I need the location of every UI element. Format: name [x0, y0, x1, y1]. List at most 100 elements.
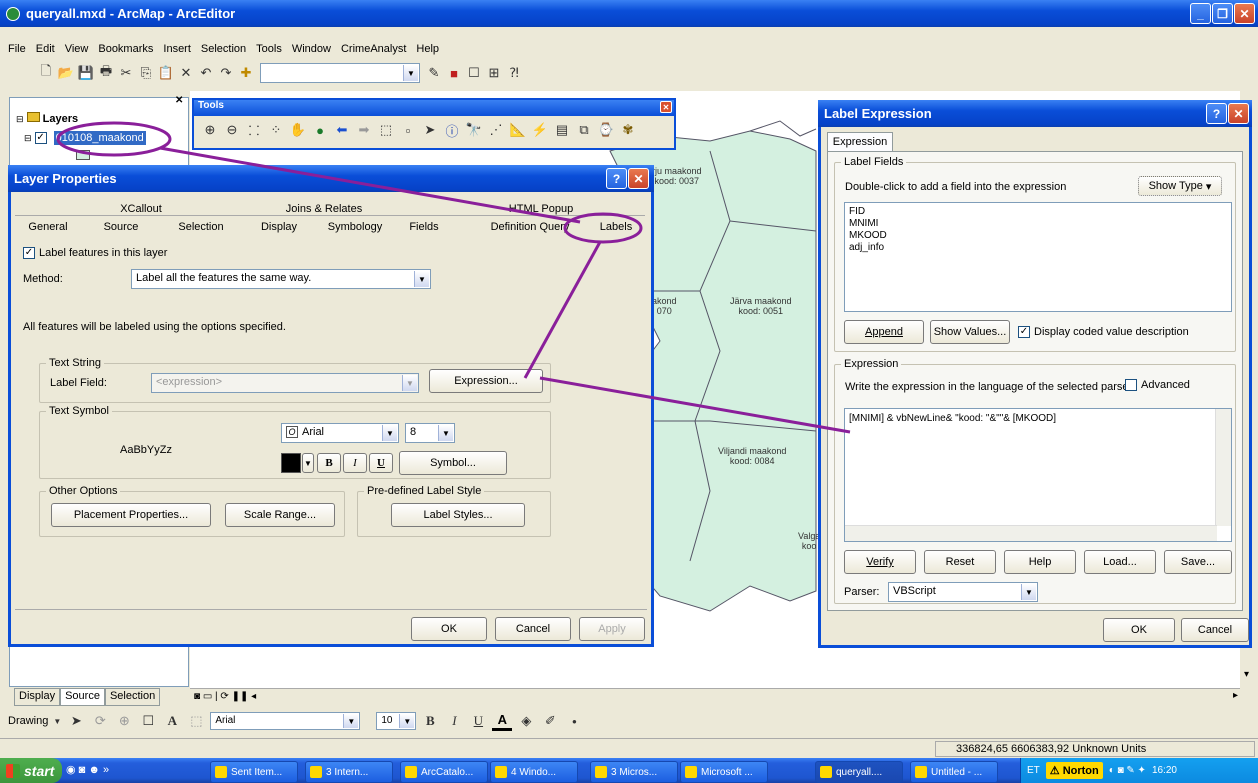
print-icon[interactable]: 🖶 — [96, 63, 116, 83]
expression-textarea[interactable]: [MNIMI] & vbNewLine& "kood: "&""& [MKOOD… — [844, 408, 1232, 542]
fixed-zoom-out-icon[interactable]: ⁘ — [266, 120, 286, 140]
symbol-button[interactable]: Symbol... — [399, 451, 507, 475]
start-button[interactable]: start — [0, 758, 62, 783]
minimize-button[interactable]: _ — [1190, 3, 1211, 24]
redo-icon[interactable]: ↷ — [216, 63, 236, 83]
taskbar-item[interactable]: 4 Windo... — [490, 761, 578, 783]
data-view-icon[interactable]: ◙ ▭ | ⟳ ❚❚ ◂ — [194, 691, 256, 702]
label-expression-ok-button[interactable]: OK — [1103, 618, 1175, 642]
time-slider-icon[interactable]: ⌚ — [596, 120, 616, 140]
delete-icon[interactable]: ✕ — [176, 63, 196, 83]
menu-insert[interactable]: Insert — [163, 43, 191, 55]
toc-close-icon[interactable]: ✕ — [175, 95, 183, 106]
tab-fields[interactable]: Fields — [397, 221, 451, 233]
arctoolbox-icon[interactable]: ■ — [444, 63, 464, 83]
advanced-checkbox[interactable] — [1125, 379, 1137, 392]
font-select[interactable]: O Arial ▼ — [281, 423, 399, 443]
tab-general[interactable]: General — [15, 221, 81, 233]
advanced-row[interactable]: Advanced — [1125, 379, 1190, 392]
underline-icon[interactable]: U — [468, 711, 488, 731]
toc-layer-label[interactable]: 010108_maakond — [53, 131, 146, 145]
tools-title-bar[interactable]: Tools ✕ — [194, 100, 674, 116]
layer-properties-help-button[interactable]: ? — [606, 168, 627, 189]
tab-display[interactable]: Display — [247, 221, 311, 233]
label-features-checkbox[interactable]: ✓ — [23, 247, 35, 260]
taskbar-item[interactable]: Untitled - ... — [910, 761, 998, 783]
quick-launch-icon[interactable]: ◉ ◙ ☻ » — [66, 764, 109, 776]
html-popup-icon[interactable]: ▤ — [552, 120, 572, 140]
zoom-in-icon[interactable]: ⊕ — [200, 120, 220, 140]
italic-button[interactable]: I — [343, 453, 367, 473]
select-elements-icon[interactable]: ➤ — [66, 711, 86, 731]
tab-expression[interactable]: Expression — [827, 132, 893, 152]
label-expression-title-bar[interactable]: Label Expression ? ✕ — [818, 100, 1252, 127]
create-viewer-icon[interactable]: ⧉ — [574, 120, 594, 140]
bold-button[interactable]: B — [317, 453, 341, 473]
taskbar-item[interactable]: Sent Item... — [210, 761, 298, 783]
drawing-menu[interactable]: Drawing — [8, 715, 48, 727]
help-button[interactable]: Help — [1004, 550, 1076, 574]
model-builder-icon[interactable]: ⊞ — [484, 63, 504, 83]
full-extent-icon[interactable]: ● — [310, 120, 330, 140]
new-icon[interactable]: 🗋 — [36, 63, 56, 83]
drawing-dropdown-icon[interactable]: ▼ — [52, 711, 62, 731]
drawing-font-combo[interactable]: Arial ▼ — [210, 712, 361, 730]
select-elements-tool-icon[interactable]: ➤ — [420, 120, 440, 140]
go-to-xy-icon[interactable]: ⋰ — [486, 120, 506, 140]
layer-properties-cancel-button[interactable]: Cancel — [495, 617, 571, 641]
zoom-out-icon[interactable]: ⊖ — [222, 120, 242, 140]
field-item[interactable]: FID — [849, 206, 1227, 218]
close-button[interactable]: ✕ — [1234, 3, 1255, 24]
menu-bookmarks[interactable]: Bookmarks — [98, 43, 153, 55]
tab-joins-relates[interactable]: Joins & Relates — [229, 203, 419, 215]
scale-range-button[interactable]: Scale Range... — [225, 503, 335, 527]
toc-root[interactable]: ⊟ Layers — [16, 112, 78, 125]
marker-color-icon[interactable]: • — [564, 711, 584, 731]
text-color-swatch[interactable] — [281, 453, 301, 473]
font-color-icon[interactable]: A — [492, 711, 513, 731]
label-styles-button[interactable]: Label Styles... — [391, 503, 525, 527]
menu-file[interactable]: File — [8, 43, 26, 55]
text-color-dropdown[interactable]: ▼ — [302, 453, 314, 473]
fixed-zoom-in-icon[interactable]: ⸬ — [244, 120, 264, 140]
font-size-select[interactable]: 8 ▼ — [405, 423, 455, 443]
toc-tab-display[interactable]: Display — [14, 688, 61, 706]
taskbar-item[interactable]: 3 Intern... — [305, 761, 393, 783]
field-item[interactable]: MNIMI — [849, 218, 1227, 230]
find-icon[interactable]: 🔭 — [464, 120, 484, 140]
scroll-down-icon[interactable]: ▾ — [1244, 669, 1249, 680]
maximize-button[interactable]: ❐ — [1212, 3, 1233, 24]
layer-properties-close-button[interactable]: ✕ — [628, 168, 649, 189]
back-extent-icon[interactable]: ⬅ — [332, 120, 352, 140]
parser-select[interactable]: VBScript ▼ — [888, 582, 1038, 602]
label-expression-cancel-button[interactable]: Cancel — [1181, 618, 1249, 642]
toc-tab-source[interactable]: Source — [60, 688, 105, 706]
placement-properties-button[interactable]: Placement Properties... — [51, 503, 211, 527]
layer-visibility-checkbox[interactable]: ✓ — [34, 132, 47, 145]
copy-icon[interactable]: ⎘ — [136, 63, 156, 83]
method-select[interactable]: Label all the features the same way. ▼ — [131, 269, 431, 289]
append-button[interactable]: Append — [844, 320, 924, 344]
zoom-whole-page-icon[interactable]: ⊕ — [114, 711, 134, 731]
language-indicator[interactable]: ET — [1027, 765, 1040, 776]
text-icon[interactable]: A — [162, 711, 182, 731]
show-values-button[interactable]: Show Values... — [930, 320, 1010, 344]
display-coded-checkbox[interactable]: ✓ — [1018, 326, 1030, 339]
tab-definition-query[interactable]: Definition Query — [475, 221, 585, 233]
toc-layer-row[interactable]: ⊟ ✓ 010108_maakond — [24, 131, 146, 145]
menu-selection[interactable]: Selection — [201, 43, 246, 55]
tools-close-icon[interactable]: ✕ — [660, 101, 672, 113]
line-color-icon[interactable]: ✐ — [540, 711, 560, 731]
field-item[interactable]: adj_info — [849, 242, 1227, 254]
menu-help[interactable]: Help — [416, 43, 439, 55]
label-field-select[interactable]: <expression> ▼ — [151, 373, 419, 393]
menu-crimeanalyst[interactable]: CrimeAnalyst — [341, 43, 406, 55]
tab-symbology[interactable]: Symbology — [315, 221, 395, 233]
fields-list[interactable]: FID MNIMI MKOOD adj_info — [844, 202, 1232, 312]
clear-selection-icon[interactable]: ▫ — [398, 120, 418, 140]
label-features-checkbox-row[interactable]: ✓ Label features in this layer — [23, 247, 167, 260]
measure-icon[interactable]: 📐 — [508, 120, 528, 140]
fill-color-icon[interactable]: ◈ — [516, 711, 536, 731]
field-item[interactable]: MKOOD — [849, 230, 1227, 242]
select-features-icon[interactable]: ⬚ — [376, 120, 396, 140]
